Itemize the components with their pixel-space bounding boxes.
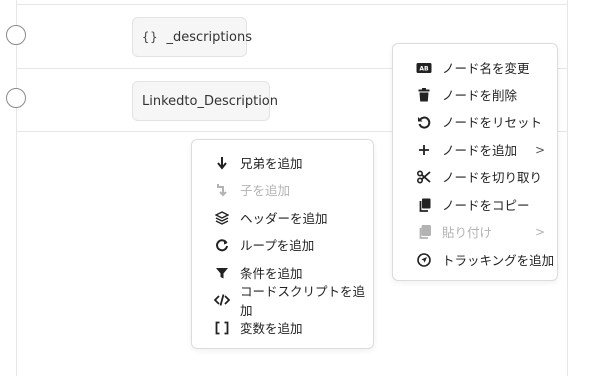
tracking-icon	[416, 252, 432, 268]
rename-icon: AB	[416, 60, 432, 76]
canvas-left-border	[16, 0, 17, 376]
menu-item-add-sibling[interactable]: 兄弟を追加	[192, 149, 373, 176]
menu-item-label: ノード名を変更	[442, 61, 530, 76]
menu-item-label: 貼り付け	[442, 225, 493, 240]
menu-item-label: ループを追加	[240, 238, 315, 253]
node-label: Linkedto_Description	[142, 93, 278, 109]
menu-item-reset-node[interactable]: ノードをリセット	[393, 108, 557, 135]
brackets-icon	[214, 320, 230, 336]
menu-item-label: 変数を追加	[240, 321, 303, 336]
menu-item-label: 条件を追加	[240, 266, 303, 281]
menu-item-label: ノードをリセット	[442, 115, 543, 130]
node-label: _descriptions	[166, 29, 253, 45]
menu-item-label: 兄弟を追加	[240, 156, 303, 171]
menu-item-delete-node[interactable]: ノードを削除	[393, 81, 557, 108]
context-menu-node: AB ノード名を変更 ノードを削除 ノードをリセット ノードを追加 > ノードを…	[392, 43, 558, 281]
menu-item-rename-node[interactable]: AB ノード名を変更	[393, 54, 557, 81]
copy-icon	[416, 197, 432, 213]
node-descriptions[interactable]: {} _descriptions	[132, 17, 252, 57]
menu-item-label: 子を追加	[240, 183, 291, 198]
filter-icon	[214, 265, 230, 281]
svg-text:AB: AB	[419, 65, 429, 72]
trash-icon	[416, 87, 432, 103]
arrow-down-icon	[214, 155, 230, 171]
menu-item-label: トラッキングを追加	[442, 253, 555, 268]
submenu-arrow: >	[534, 142, 545, 157]
menu-item-label: ノードを追加	[442, 143, 518, 158]
workflow-canvas: {} _descriptions Linkedto_Description 兄弟…	[0, 0, 600, 376]
menu-item-label: ノードをコピー	[442, 198, 530, 213]
canvas-right-border	[567, 0, 568, 376]
row-divider	[16, 4, 568, 5]
menu-item-paste[interactable]: 貼り付け >	[393, 218, 557, 245]
menu-item-add-child[interactable]: 子を追加	[192, 176, 373, 203]
menu-item-add-code-script[interactable]: コードスクリプトを追加	[192, 284, 373, 318]
context-menu-add: 兄弟を追加 子を追加 ヘッダーを追加 ループを追加 条件を追加 コードスクリプト…	[191, 139, 374, 349]
plus-icon	[416, 142, 432, 158]
reset-icon	[416, 114, 432, 130]
code-icon	[214, 292, 230, 308]
menu-item-add-header[interactable]: ヘッダーを追加	[192, 204, 373, 231]
node-linkedto-description[interactable]: Linkedto_Description	[132, 81, 278, 121]
paste-icon	[416, 224, 432, 240]
menu-item-add-loop[interactable]: ループを追加	[192, 231, 373, 258]
node-select-radio[interactable]	[6, 88, 26, 108]
layers-icon	[214, 210, 230, 226]
menu-item-add-variable[interactable]: 変数を追加	[192, 314, 373, 341]
submenu-arrow: >	[534, 224, 545, 239]
menu-item-label: コードスクリプトを追加	[240, 283, 366, 318]
node-select-radio[interactable]	[6, 25, 26, 45]
menu-item-add-tracking[interactable]: トラッキングを追加	[393, 246, 557, 273]
menu-item-copy-node[interactable]: ノードをコピー	[393, 191, 557, 218]
scissors-icon	[416, 169, 432, 185]
subdirectory-arrow-icon	[214, 182, 230, 198]
braces-icon: {}	[142, 30, 159, 44]
menu-item-label: ノードを削除	[442, 88, 518, 103]
menu-item-label: ヘッダーを追加	[240, 211, 328, 226]
menu-item-label: ノードを切り取り	[442, 170, 543, 185]
loop-icon	[214, 237, 230, 253]
menu-item-add-node[interactable]: ノードを追加 >	[393, 136, 557, 163]
menu-item-cut-node[interactable]: ノードを切り取り	[393, 163, 557, 190]
